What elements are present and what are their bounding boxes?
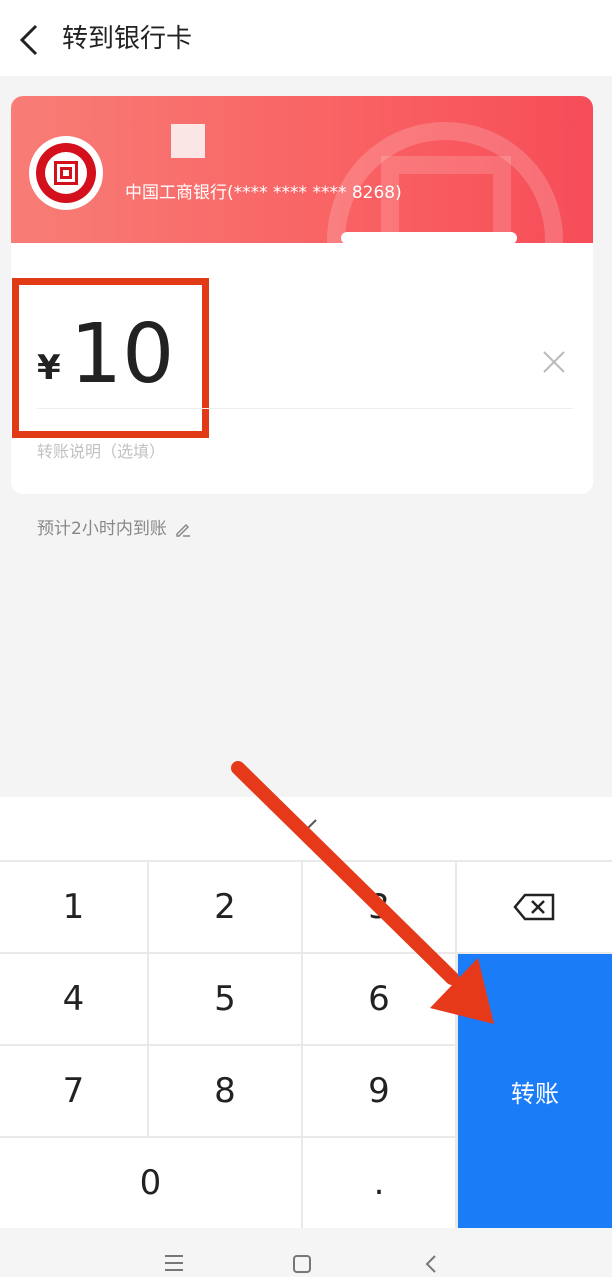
header: 转到银行卡 <box>0 0 612 76</box>
currency-symbol: ¥ <box>37 348 61 388</box>
key-4[interactable]: 4 <box>0 954 147 1044</box>
transfer-button[interactable]: 转账 <box>458 954 612 1228</box>
key-5[interactable]: 5 <box>149 954 301 1044</box>
backspace-key[interactable] <box>457 862 612 952</box>
back-icon[interactable] <box>424 1254 438 1274</box>
divider <box>37 408 573 409</box>
key-1[interactable]: 1 <box>0 862 147 952</box>
page-title: 转到银行卡 <box>62 24 193 54</box>
bank-logo-icon <box>29 136 103 210</box>
bank-banner[interactable]: 中国工商银行(**** **** **** 8268) <box>11 96 593 358</box>
edit-icon[interactable] <box>174 520 192 538</box>
memo-input[interactable]: 转账说明（选填） <box>37 440 165 464</box>
eta-label: 预计2小时内到账 <box>37 519 167 539</box>
back-arrow-icon[interactable] <box>14 20 46 60</box>
key-8[interactable]: 8 <box>149 1046 301 1136</box>
key-dot[interactable]: . <box>303 1138 455 1228</box>
backspace-icon <box>512 893 554 921</box>
key-9[interactable]: 9 <box>303 1046 455 1136</box>
eta-text[interactable]: 预计2小时内到账 <box>37 516 192 542</box>
bank-card-name: 中国工商银行(**** **** **** 8268) <box>125 183 402 203</box>
system-navbar <box>0 1228 612 1277</box>
key-7[interactable]: 7 <box>0 1046 147 1136</box>
menu-icon[interactable] <box>164 1254 184 1272</box>
key-3[interactable]: 3 <box>303 862 455 952</box>
clear-icon[interactable] <box>540 348 568 376</box>
key-0[interactable]: 0 <box>0 1138 301 1228</box>
chevron-down-icon[interactable] <box>296 818 318 832</box>
redaction-bar <box>341 232 517 244</box>
key-6[interactable]: 6 <box>303 954 455 1044</box>
redaction-block <box>171 124 205 158</box>
amount-input[interactable]: 10 <box>70 305 174 405</box>
home-icon[interactable] <box>292 1254 312 1274</box>
key-2[interactable]: 2 <box>149 862 301 952</box>
